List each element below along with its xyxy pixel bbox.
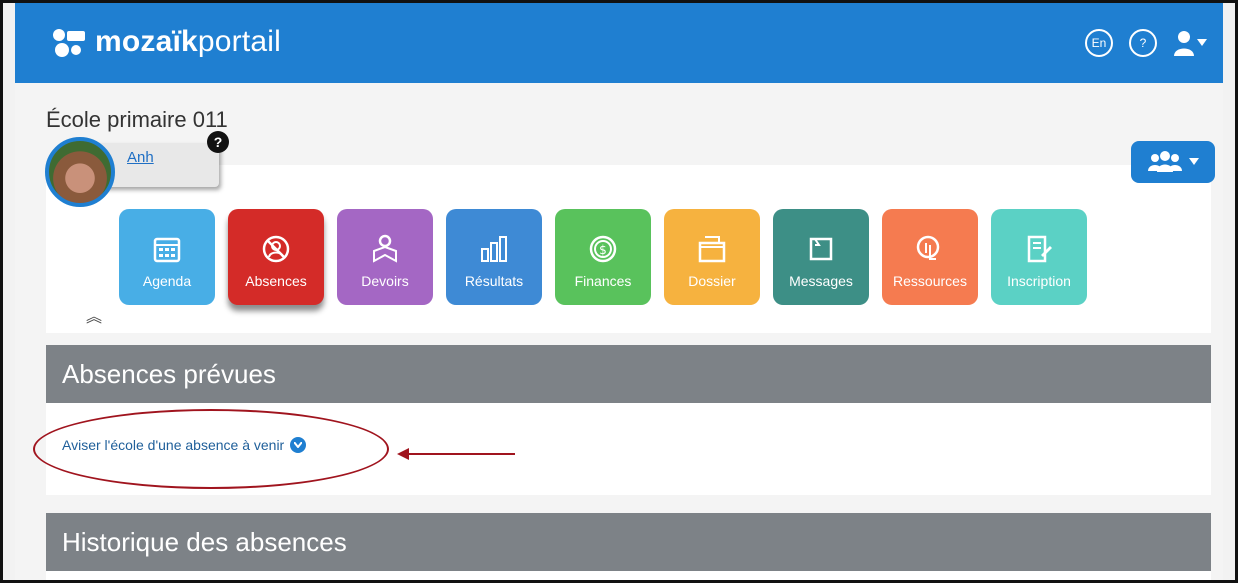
children-switch-button[interactable]	[1131, 141, 1215, 183]
main-content: École primaire 011 Agenda Absences Devoirs…	[15, 83, 1223, 580]
school-name: École primaire 011	[46, 107, 228, 132]
absence-history-title: Historique des absences	[62, 526, 347, 557]
registration-icon	[1027, 235, 1052, 263]
logo-text: mozaïkportail	[95, 25, 281, 59]
logo-bold-text: mozaïk	[95, 25, 198, 58]
money-icon: $	[589, 235, 617, 263]
annotation-ellipse	[33, 409, 389, 489]
group-icon	[1148, 151, 1182, 172]
tile-dossier[interactable]: Dossier	[664, 209, 760, 305]
student-name-link[interactable]: Anh	[127, 149, 154, 166]
folder-icon	[698, 236, 726, 263]
student-avatar	[45, 137, 115, 207]
collapse-chevron-icon[interactable]: ︽	[86, 303, 102, 327]
tile-devoirs[interactable]: Devoirs	[337, 209, 433, 305]
calendar-icon	[153, 237, 181, 263]
tile-messages[interactable]: Messages	[773, 209, 869, 305]
tile-absences[interactable]: Absences	[228, 209, 324, 305]
user-menu-button[interactable]	[1173, 30, 1207, 56]
tile-label: Messages	[789, 273, 853, 289]
tile-label: Absences	[245, 273, 307, 289]
planned-absences-header: Absences prévues	[46, 345, 1211, 403]
tile-label: Résultats	[464, 273, 524, 289]
tile-label: Agenda	[142, 273, 192, 289]
annotation-arrow-icon	[397, 448, 515, 460]
user-icon	[1174, 31, 1194, 56]
messages-icon	[809, 237, 833, 261]
logo-mark-icon	[53, 25, 87, 59]
tile-inscription[interactable]: Inscription	[991, 209, 1087, 305]
tile-label: Dossier	[688, 273, 736, 289]
tile-ressources[interactable]: Ressources	[882, 209, 978, 305]
mozaik-logo[interactable]: mozaïkportail	[53, 25, 281, 59]
absences-icon	[262, 235, 290, 263]
tile-label: Devoirs	[361, 273, 409, 289]
absence-history-body	[46, 571, 1211, 580]
tile-resultats[interactable]: Résultats	[446, 209, 542, 305]
caret-down-icon	[1189, 158, 1199, 165]
homework-icon	[373, 234, 397, 263]
resources-icon	[916, 235, 940, 260]
tile-finances[interactable]: $ Finances	[555, 209, 651, 305]
student-help-icon[interactable]: ?	[207, 131, 229, 153]
absence-history-header: Historique des absences	[46, 513, 1211, 571]
caret-down-icon	[1197, 39, 1207, 46]
module-tiles-panel: Agenda Absences Devoirs Résultats $ Finances D…	[46, 165, 1211, 333]
tile-agenda[interactable]: Agenda	[119, 209, 215, 305]
header-actions: En ?	[1085, 29, 1207, 57]
tile-label: Ressources	[893, 273, 967, 289]
help-button[interactable]: ?	[1129, 29, 1157, 57]
results-chart-icon	[481, 236, 507, 262]
logo-light-text: portail	[197, 25, 282, 58]
svg-text:$: $	[599, 243, 607, 257]
top-bar: mozaïkportail En ?	[15, 3, 1223, 83]
language-button[interactable]: En	[1085, 29, 1113, 57]
planned-absences-title: Absences prévues	[62, 358, 276, 389]
screenshot-frame: mozaïkportail En ? École primaire 011 Ag…	[0, 0, 1238, 583]
tile-label: Finances	[574, 273, 632, 289]
tile-label: Inscription	[1007, 273, 1071, 289]
